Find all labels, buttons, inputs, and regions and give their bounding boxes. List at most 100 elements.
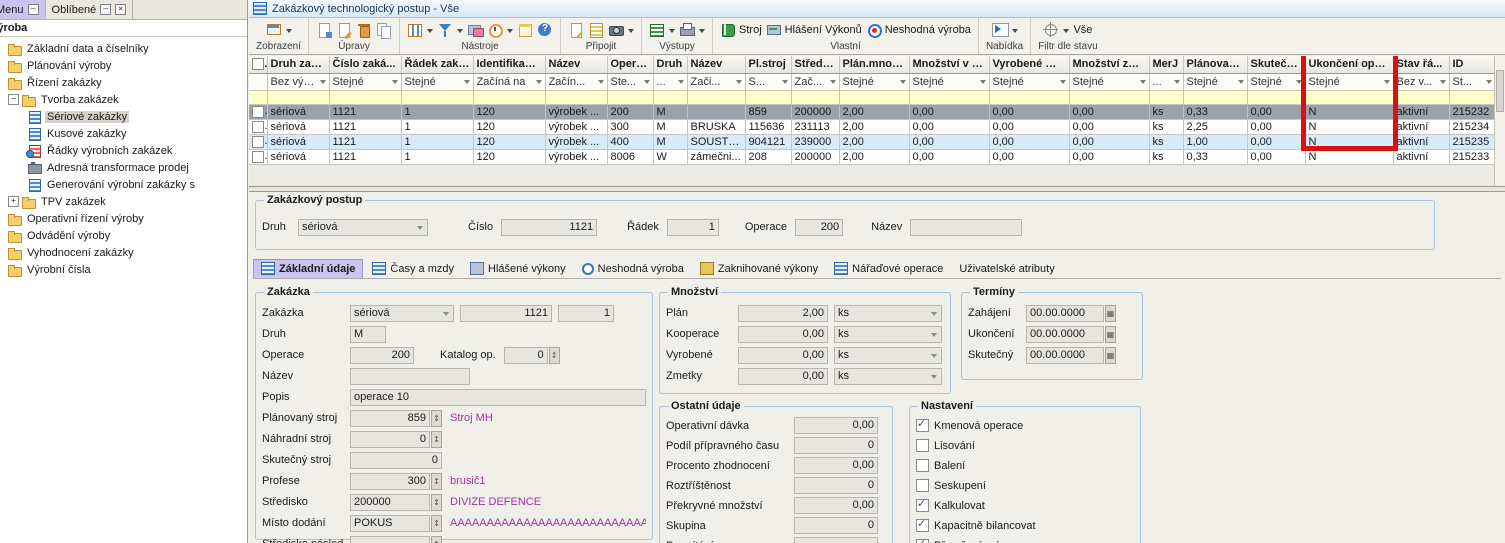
stopwatch-icon[interactable] [487,22,503,38]
chevron-down-icon[interactable] [507,29,513,36]
column-filter-dropdown[interactable]: Bez výb... [267,73,329,90]
checkbox[interactable] [916,519,929,532]
search-row-cell[interactable] [249,90,267,104]
checkbox[interactable] [916,439,929,452]
other-data-field[interactable]: 0,00 [794,417,878,434]
column-header[interactable]: Středis... [791,56,839,73]
operace-field[interactable]: 200 [795,219,843,236]
search-row-cell[interactable] [1247,90,1305,104]
checkbox[interactable] [916,459,929,472]
neshodna-vyroba-button[interactable]: Neshodná výroba [866,22,971,38]
tree-item[interactable]: Řízení zakázky [0,74,247,91]
tree-item[interactable]: Základní data a číselníky [0,40,247,57]
column-settings-icon[interactable] [407,22,423,38]
detail-tab[interactable]: Základní údaje [253,259,363,278]
column-filter-dropdown[interactable]: Stejné [1247,73,1305,90]
list-icon[interactable] [588,22,604,38]
display-settings-icon[interactable] [266,22,282,38]
search-row-cell[interactable] [791,90,839,104]
zakazka-cislo-field[interactable]: 1121 [460,305,552,322]
minimize-icon[interactable]: – [100,4,111,15]
quantity-field[interactable]: 0,00 [738,347,828,364]
table-row[interactable]: sériová 1121 1 120 výrobek ... 8006 W zá… [249,149,1495,164]
column-header[interactable]: Pl.stroj [745,56,791,73]
search-row-cell[interactable] [1149,90,1183,104]
status-filter-icon[interactable] [1043,22,1059,38]
stroj-button[interactable]: Stroj [720,22,762,38]
copy-record-icon[interactable] [376,22,392,38]
planovany-stroj-field[interactable]: 859 [350,410,430,427]
row-select-cell[interactable] [249,149,267,164]
nazev-field[interactable] [350,368,470,385]
search-row-cell[interactable] [267,90,329,104]
druh-field[interactable]: M [350,326,386,343]
tree-item[interactable]: Výrobní čísla [0,261,247,278]
stredisko-field[interactable]: 200000 [350,494,430,511]
filter-icon[interactable] [437,22,453,38]
quantity-field[interactable]: 0,00 [738,326,828,343]
column-header[interactable]: Název [545,56,607,73]
unit-combobox[interactable]: ks [834,368,942,385]
status-filter-value[interactable]: Vše [1073,24,1092,36]
chevron-down-icon[interactable] [286,29,292,36]
column-filter-dropdown[interactable]: Stejné [1183,73,1247,90]
delete-record-icon[interactable] [356,22,372,38]
camera-icon[interactable] [608,22,624,38]
chevron-down-icon[interactable] [1012,29,1018,36]
column-header[interactable]: Skutečný ... [1247,56,1305,73]
search-row-cell[interactable] [989,90,1069,104]
cislo-field[interactable]: 1121 [501,219,597,236]
calendar-button[interactable]: ▦ [1105,326,1116,343]
detail-tab[interactable]: Zaknihované výkony [693,260,825,278]
column-filter-dropdown[interactable]: Stejné [909,73,989,90]
detail-tab[interactable]: Hlášené výkony [463,260,573,278]
column-filter-dropdown[interactable]: Stejné [989,73,1069,90]
misto-dodani-field[interactable]: POKUS [350,515,430,532]
tree-item[interactable]: Operativní řízení výroby [0,210,247,227]
katalog-op-field[interactable]: 0 [504,347,548,364]
column-filter-dropdown[interactable]: Bez v... [1393,73,1449,90]
checkbox[interactable] [916,499,929,512]
new-record-icon[interactable] [316,22,332,38]
search-row-cell[interactable] [687,90,745,104]
column-header[interactable]: Plán.množ... [839,56,909,73]
column-filter-dropdown[interactable]: St... [1449,73,1495,90]
search-row-cell[interactable] [839,90,909,104]
link-icon[interactable] [467,22,483,38]
column-header[interactable]: Operace [607,56,653,73]
detail-tab[interactable]: Časy a mzdy [365,260,461,278]
export-icon[interactable] [649,22,665,38]
quantity-field[interactable]: 0,00 [738,368,828,385]
date-field[interactable]: 00.00.0000 [1026,326,1104,343]
chevron-down-icon[interactable] [699,29,705,36]
date-field[interactable]: 00.00.0000 [1026,305,1104,322]
tree-item[interactable]: Vyhodnocení zakázky [0,244,247,261]
search-row-cell[interactable] [607,90,653,104]
calendar-button[interactable]: ▦ [1105,305,1116,322]
chevron-down-icon[interactable] [457,29,463,36]
settings-checkbox-row[interactable]: Balení [916,456,1134,475]
tree-expander-icon[interactable]: + [8,196,19,207]
spinner-buttons[interactable]: ↕ [431,536,442,543]
column-header[interactable]: Množství v koop... [909,56,989,73]
column-header[interactable]: Název [687,56,745,73]
settings-checkbox-row[interactable]: Kalkulovat [916,496,1134,515]
other-data-field[interactable]: 0 [794,477,878,494]
spinner-buttons[interactable]: ↕ [431,494,442,511]
spinner-buttons[interactable]: ↕ [431,410,442,427]
druh-combobox[interactable]: sériová [298,219,428,236]
column-header[interactable]: Stav řá... [1393,56,1449,73]
tree-item[interactable]: Sériové zakázky [0,108,247,125]
other-data-field[interactable]: 0 [794,517,878,534]
other-data-field[interactable]: 0 [794,437,878,454]
help-icon[interactable] [537,22,553,38]
spinner-buttons[interactable]: ↕ [549,347,560,364]
chevron-down-icon[interactable] [427,29,433,36]
grid-vertical-scrollbar[interactable] [1494,56,1505,186]
column-header[interactable]: Číslo zaká... [329,56,401,73]
spinner-buttons[interactable]: ↕ [431,473,442,490]
tree-item[interactable]: Kusové zakázky [0,125,247,142]
row-select-cell[interactable] [249,134,267,149]
chevron-down-icon[interactable] [1063,29,1069,36]
column-header[interactable]: Druh [653,56,687,73]
